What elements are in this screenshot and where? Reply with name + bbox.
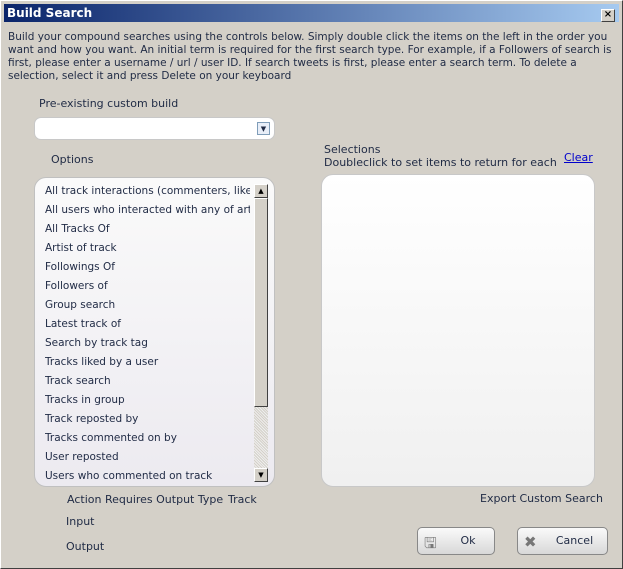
option-item[interactable]: Search by track tag [45,337,250,349]
build-search-dialog: Build Search × Build your compound searc… [0,0,623,569]
ok-button[interactable]: 🖫 Ok [417,527,495,555]
option-item[interactable]: Group search [45,299,250,311]
window-title: Build Search [7,6,93,20]
option-item[interactable]: Latest track of [45,318,250,330]
action-output-type-label: Action Requires Output Type [67,493,224,506]
action-output-type-value: Track [228,493,257,506]
option-item[interactable]: Tracks in group [45,394,250,406]
scroll-up-icon[interactable]: ▲ [254,184,268,198]
preexisting-build-dropdown[interactable]: ▼ [34,117,275,140]
option-item[interactable]: Artist of track [45,242,250,254]
scrollbar[interactable]: ▲ ▼ [254,184,268,482]
cancel-label: Cancel [555,534,594,547]
selections-label: Selections [324,143,381,156]
option-item[interactable]: Users who commented on track [45,470,250,482]
option-item[interactable]: Tracks commented on by [45,432,250,444]
output-label: Output [66,540,105,553]
option-item[interactable]: User reposted [45,451,250,463]
options-label: Options [51,153,94,166]
clear-link[interactable]: Clear [564,151,593,164]
selections-list[interactable] [321,174,595,487]
option-item[interactable]: All track interactions (commenters, like… [45,185,250,197]
option-item[interactable]: All Tracks Of [45,223,250,235]
option-item[interactable]: Followers of [45,280,250,292]
preexisting-label: Pre-existing custom build [39,97,179,110]
scroll-thumb[interactable] [254,198,268,407]
close-button[interactable]: × [601,9,615,22]
chevron-down-icon[interactable]: ▼ [257,122,270,135]
option-item[interactable]: Track reposted by [45,413,250,425]
options-list[interactable]: ▲ ▼ All track interactions (commenters, … [34,177,275,487]
instructions-text: Build your compound searches using the c… [8,31,612,82]
selections-hint: Doubleclick to set items to return for e… [324,156,557,169]
export-custom-search[interactable]: Export Custom Search [480,492,603,505]
option-item[interactable]: Track search [45,375,250,387]
title-bar: Build Search × [4,4,619,22]
cancel-button[interactable]: ✖ Cancel [517,527,608,555]
option-item[interactable]: Followings Of [45,261,250,273]
input-label: Input [66,515,95,528]
option-item[interactable]: All users who interacted with any of art… [45,204,250,216]
scroll-down-icon[interactable]: ▼ [254,468,268,482]
option-item[interactable]: Tracks liked by a user [45,356,250,368]
ok-label: Ok [460,534,476,547]
